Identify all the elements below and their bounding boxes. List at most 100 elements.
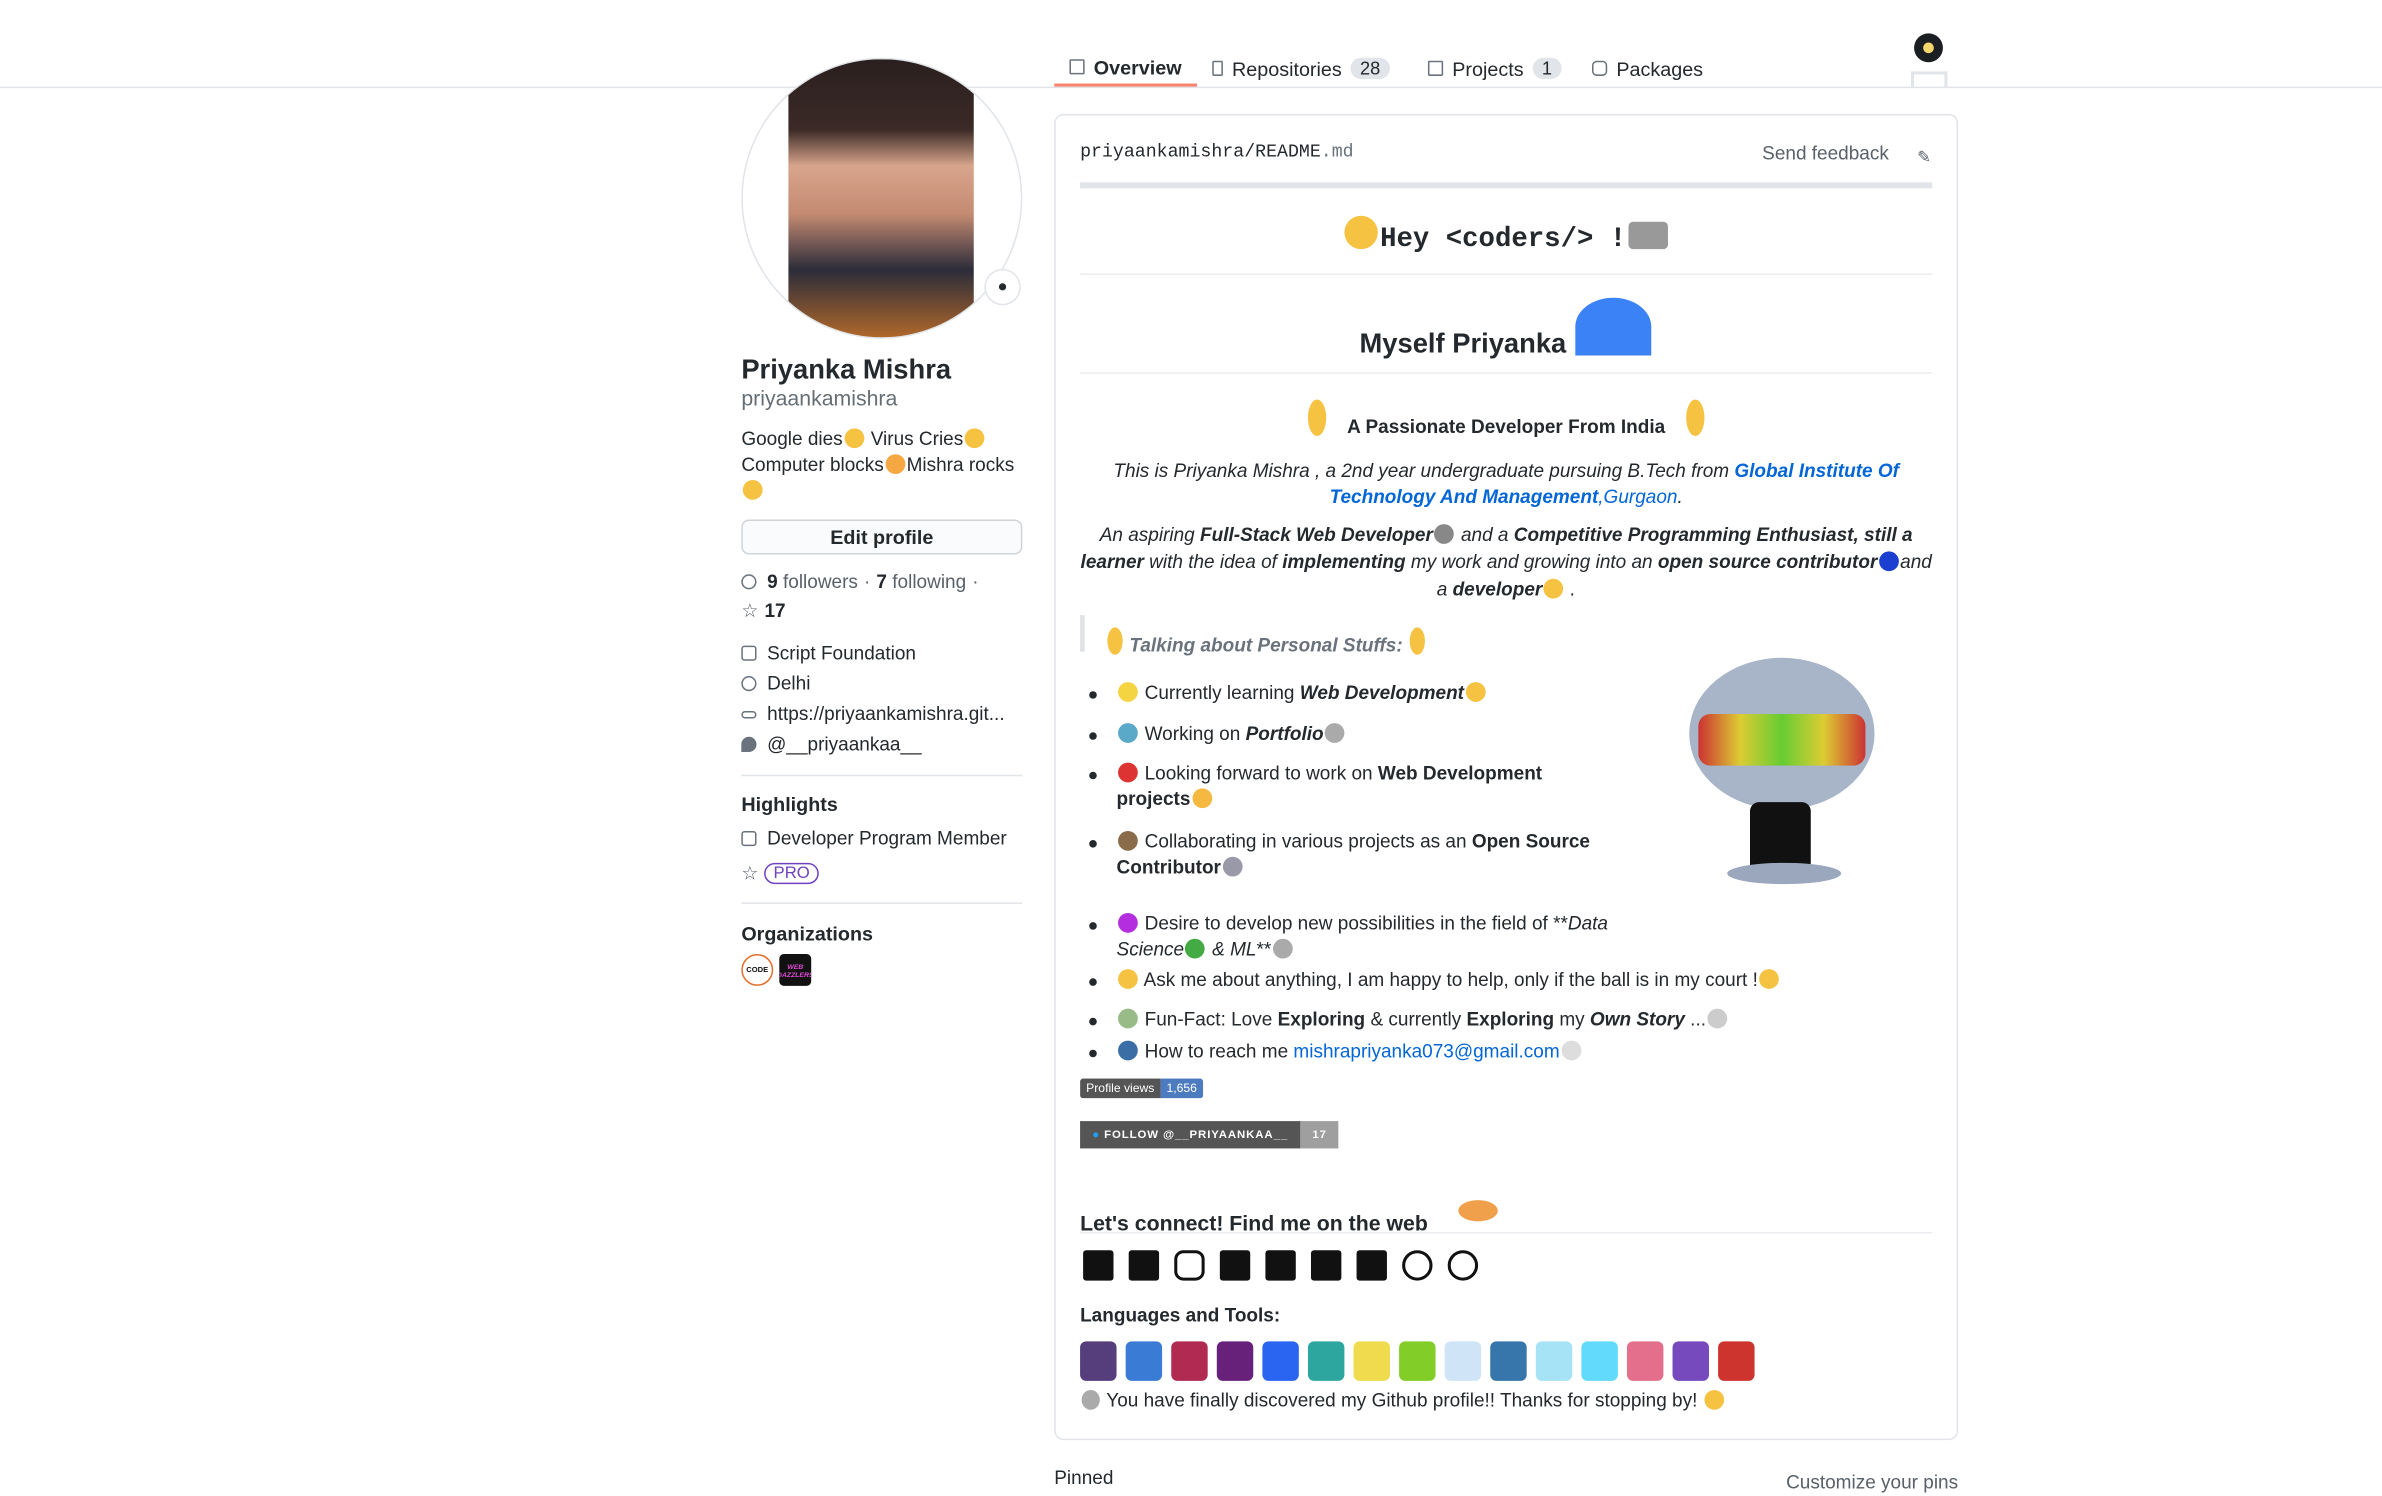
sparkle-icon <box>1107 627 1123 655</box>
react-icon[interactable] <box>1535 1341 1573 1381</box>
aspire-paragraph: An aspiring Full-Stack Web Developer and… <box>1080 521 1932 603</box>
youtube-icon[interactable] <box>1265 1250 1296 1281</box>
dart-icon[interactable] <box>1307 1341 1345 1381</box>
text-segment: Exploring <box>1466 1008 1555 1030</box>
divider <box>741 902 1023 904</box>
codechef-icon[interactable] <box>1310 1250 1342 1281</box>
text-segment: ... <box>1684 1008 1707 1030</box>
text-segment: and a <box>1455 524 1514 546</box>
twitter-icon: ● <box>1092 1127 1101 1141</box>
redux-icon[interactable] <box>1672 1341 1709 1381</box>
sunglasses-face-icon <box>742 480 763 500</box>
link-icon <box>741 710 757 718</box>
send-feedback-link[interactable]: Send feedback <box>1762 143 1889 164</box>
organizations-heading: Organizations <box>741 922 874 945</box>
avatar[interactable] <box>741 57 1023 339</box>
geeksforgeeks-icon[interactable] <box>1447 1250 1479 1281</box>
tab-packages[interactable]: Packages <box>1592 50 1703 86</box>
text-segment: . <box>1677 486 1683 508</box>
list-item: How to reach me mishrapriyanka073@gmail.… <box>1089 1039 1937 1065</box>
pro-badge[interactable]: ☆ PRO <box>741 861 819 884</box>
wink-icon <box>1465 682 1486 702</box>
dark-mode-toggle[interactable] <box>1914 33 1943 63</box>
org-avatar-code[interactable]: CODE <box>741 953 774 986</box>
twitter-icon <box>741 736 757 752</box>
intro-paragraph: This is Priyanka Mishra , a 2nd year und… <box>1080 459 1932 511</box>
text-segment: Looking forward to work on <box>1139 762 1378 784</box>
star-icon: ☆ <box>741 862 759 885</box>
react-native-icon[interactable] <box>1581 1341 1618 1381</box>
customize-pins-link[interactable]: Customize your pins <box>1671 1472 1958 1493</box>
tools-heading: Languages and Tools: <box>1080 1304 1281 1327</box>
medal-icon <box>1543 578 1564 599</box>
org-avatar-web-dazzlers[interactable]: WEB DAZZLERS <box>779 953 812 986</box>
text-segment: This is Priyanka Mishra , a 2nd year und… <box>1113 460 1735 482</box>
nodejs-icon[interactable] <box>1399 1341 1436 1381</box>
photoshop-icon[interactable] <box>1444 1341 1482 1381</box>
explorer-icon <box>1118 1008 1138 1029</box>
readme-path: priyaankamishra/README.md <box>1080 141 1354 163</box>
moon-icon <box>1923 42 1934 54</box>
tab-overview[interactable]: Overview <box>1054 50 1197 87</box>
social-links <box>1083 1250 1479 1281</box>
follow-stats: 9 followers · 7 following · <box>741 571 979 592</box>
list-item: Working on Portfolio <box>1089 722 1618 748</box>
pinned-heading: Pinned <box>1054 1467 1114 1489</box>
status-emoji-button[interactable]: ● <box>984 268 1021 306</box>
organization-icon <box>741 645 757 661</box>
telescope-icon <box>1081 1389 1100 1410</box>
csharp-icon[interactable] <box>1216 1341 1254 1381</box>
text-segment: Competitive Programming Enthusiast, <box>1513 524 1859 546</box>
twitter-follow-badge[interactable]: ● FOLLOW @__PRIYAANKAA__ 17 <box>1080 1121 1340 1149</box>
bootstrap-icon[interactable] <box>1080 1341 1117 1381</box>
medal-icon <box>1118 969 1138 989</box>
twitter-icon[interactable] <box>1083 1250 1114 1281</box>
medium-icon[interactable] <box>1219 1250 1251 1281</box>
text-segment: & ML <box>1206 938 1257 961</box>
text-segment: developer <box>1452 578 1543 601</box>
link[interactable]: mishrapriyanka073@gmail.com <box>1293 1041 1559 1062</box>
handshake-icon <box>1458 1200 1498 1222</box>
javascript-icon[interactable] <box>1353 1341 1390 1381</box>
connect-heading: Let's connect! Find me on the web <box>1080 1200 1499 1235</box>
developer-program-member[interactable]: Developer Program Member <box>741 828 1007 849</box>
instagram-icon[interactable] <box>1174 1250 1205 1281</box>
package-icon <box>1592 60 1608 76</box>
followers-link[interactable]: 9 followers <box>767 571 858 592</box>
edit-profile-button[interactable]: Edit profile <box>741 519 1023 555</box>
blockquote-bar <box>1080 615 1085 652</box>
text-segment: Desire to develop new possibilities in t… <box>1139 912 1568 935</box>
text-segment: Collaborating in various projects as an <box>1139 830 1472 853</box>
profile-username: priyaankamishra <box>741 385 898 411</box>
leetcode-icon[interactable] <box>1402 1250 1433 1281</box>
text-segment: Google dies <box>741 428 843 450</box>
following-link[interactable]: 7 following <box>876 571 966 592</box>
octocat-daftpunk-image <box>1644 650 1924 885</box>
edit-pencil-icon[interactable]: ✎ <box>1917 147 1931 167</box>
link[interactable]: ,Gurgaon <box>1598 486 1677 507</box>
readme-file-link[interactable]: README <box>1255 141 1321 162</box>
text-segment: Web Development <box>1299 682 1465 704</box>
tab-projects[interactable]: Projects 1 <box>1427 50 1562 86</box>
website-link[interactable]: https://priyaankamishra.git... <box>741 703 1005 725</box>
sass-gradient-icon[interactable] <box>1626 1341 1664 1381</box>
css3-icon[interactable] <box>1262 1341 1299 1381</box>
coder-icon <box>1627 221 1668 250</box>
linkedin-icon[interactable] <box>1128 1250 1160 1281</box>
python-icon[interactable] <box>1490 1341 1527 1381</box>
twitter-link[interactable]: @__priyaankaa__ <box>741 734 922 755</box>
text-segment: & currently <box>1365 1008 1467 1030</box>
tab-bar-divider <box>0 86 2382 89</box>
text-segment: open source contributor <box>1657 551 1878 573</box>
ruby-icon[interactable] <box>1718 1341 1755 1381</box>
list-item: Ask me about anything, I am happy to hel… <box>1089 968 1937 994</box>
c-icon[interactable] <box>1125 1341 1163 1381</box>
repo-link[interactable]: priyaankamishra <box>1080 141 1244 162</box>
hackerrank-icon[interactable] <box>1356 1250 1387 1281</box>
readme-myself: Myself Priyanka <box>1080 297 1932 360</box>
tab-repositories[interactable]: Repositories 28 <box>1212 50 1390 86</box>
text-segment: my <box>1554 1008 1590 1030</box>
cplusplus-icon[interactable] <box>1171 1341 1208 1381</box>
readme-greeting: Hey <coders/> ! <box>1080 215 1932 255</box>
stars-link[interactable]: ☆ 17 <box>741 599 785 621</box>
